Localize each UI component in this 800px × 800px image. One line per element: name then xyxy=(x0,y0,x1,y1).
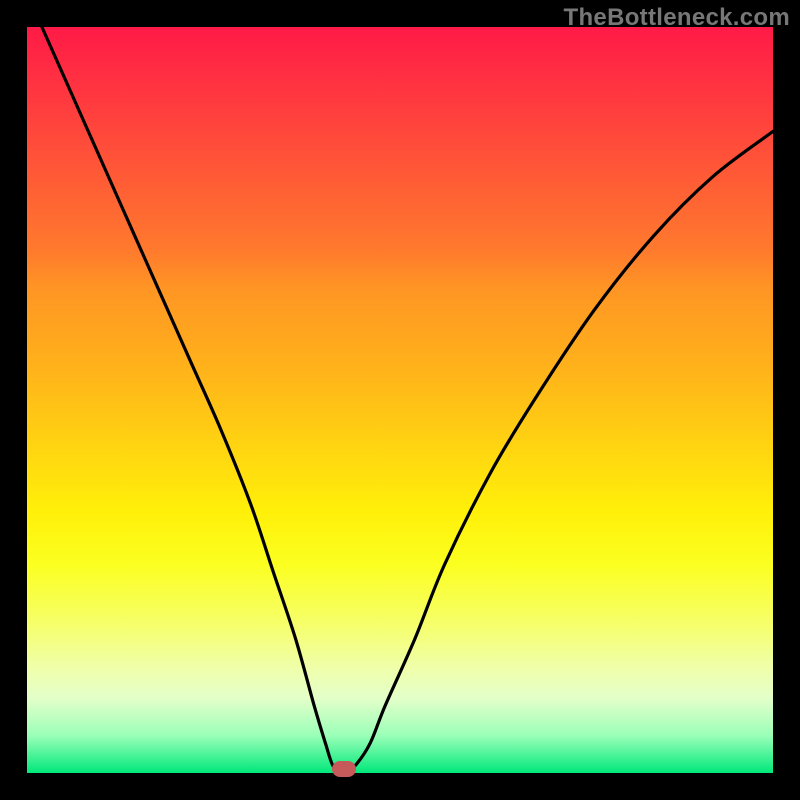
optimum-marker xyxy=(332,761,356,777)
chart-frame: TheBottleneck.com xyxy=(0,0,800,800)
watermark-text: TheBottleneck.com xyxy=(564,4,790,32)
plot-area xyxy=(27,27,773,773)
bottleneck-curve xyxy=(27,27,773,773)
